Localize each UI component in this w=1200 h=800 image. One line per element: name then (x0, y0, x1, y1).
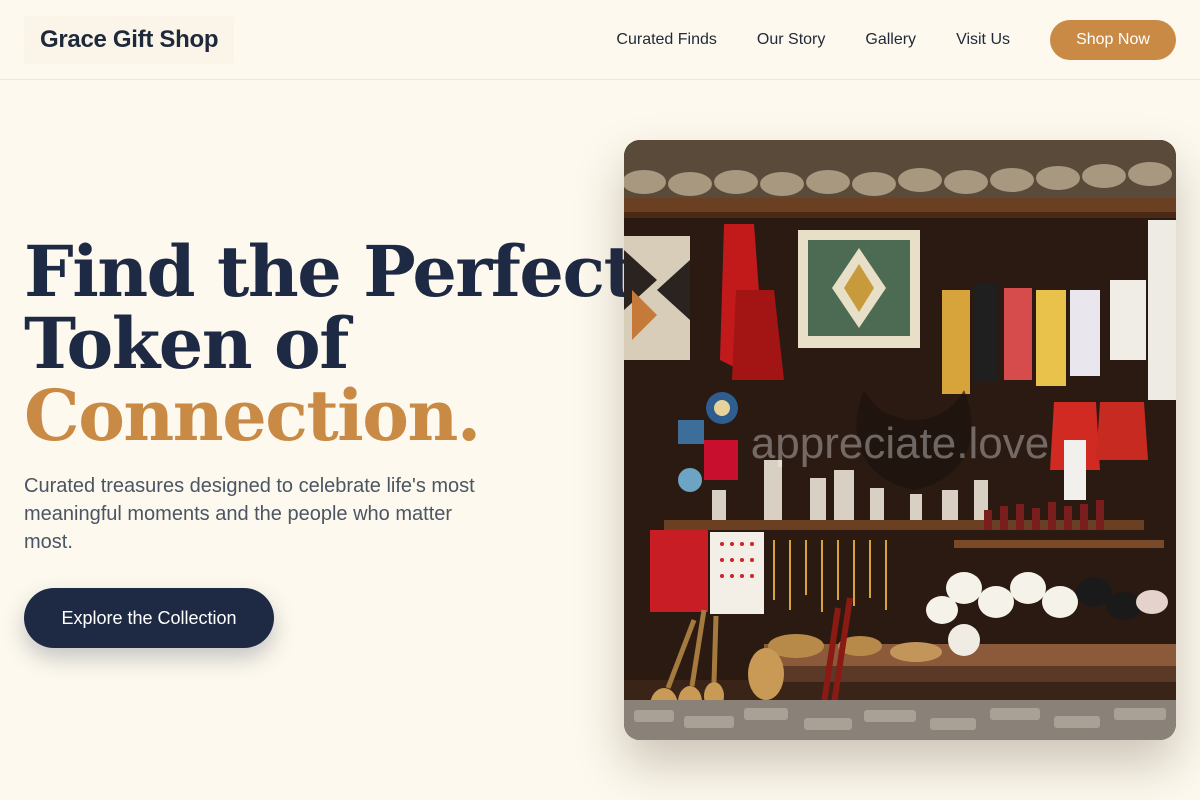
nav-link-visit-us[interactable]: Visit Us (956, 31, 1010, 49)
headline-line-1: Find the Perfect (24, 230, 636, 313)
nav-link-our-story[interactable]: Our Story (757, 31, 825, 49)
nav-link-curated-finds[interactable]: Curated Finds (616, 31, 717, 49)
hero-subtitle: Curated treasures designed to celebrate … (24, 475, 475, 553)
hero-image-gift-stall: appreciate.love (624, 140, 1176, 740)
hero-headline: Find the Perfect Token of Connection. (24, 230, 636, 457)
nav-link-gallery[interactable]: Gallery (865, 31, 916, 49)
image-watermark: appreciate.love (751, 419, 1049, 468)
top-navigation-bar: Grace Gift Shop Curated Finds Our Story … (0, 0, 1200, 80)
brand-logo[interactable]: Grace Gift Shop (24, 16, 235, 64)
headline-accent: Connection. (24, 374, 481, 457)
shop-now-button[interactable]: Shop Now (1050, 20, 1176, 60)
headline-line-2: Token of (24, 302, 349, 385)
explore-collection-button[interactable]: Explore the Collection (24, 588, 274, 648)
main-nav: Curated Finds Our Story Gallery Visit Us (616, 0, 1010, 80)
